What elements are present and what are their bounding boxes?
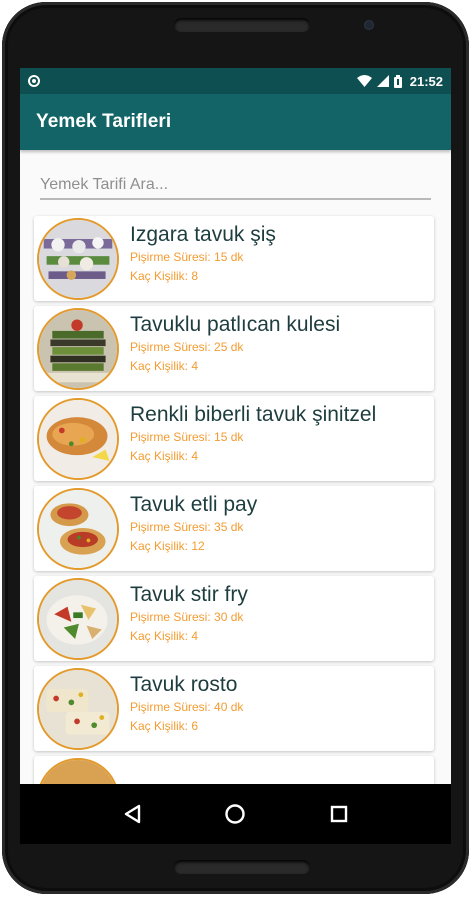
recipe-title: Tavuk rosto (130, 673, 238, 696)
recipe-card[interactable]: Tavuk etli pay Pişirme Süresi: 35 dk Kaç… (34, 486, 434, 571)
battery-icon (393, 74, 402, 88)
recipe-card[interactable]: Izgara tavuk şiş Pişirme Süresi: 15 dk K… (34, 216, 434, 301)
chicken-schnitzel-photo (37, 398, 119, 480)
recipe-cook-time: Pişirme Süresi: 15 dk (130, 430, 244, 444)
home-button[interactable] (215, 794, 255, 834)
recipe-info: Tavuk rosto Pişirme Süresi: 40 dk Kaç Ki… (130, 672, 428, 736)
front-camera (364, 20, 374, 30)
recipe-servings: Kaç Kişilik: 4 (130, 449, 199, 463)
screen: 21:52 Yemek Tarifleri Izgara tavuk (20, 68, 451, 844)
recipe-info: Tavuk etli pay Pişirme Süresi: 35 dk Kaç… (130, 492, 428, 556)
back-icon (124, 804, 141, 824)
recipe-cook-time: Pişirme Süresi: 40 dk (130, 700, 244, 714)
circle-notification-icon (28, 75, 40, 87)
recipe-list[interactable]: Izgara tavuk şiş Pişirme Süresi: 15 dk K… (34, 216, 434, 844)
status-icons: 21:52 (356, 73, 443, 89)
status-bar: 21:52 (20, 68, 451, 94)
bottom-speaker (174, 860, 310, 874)
recipe-title: Izgara tavuk şiş (130, 223, 276, 246)
recipe-title: Tavuklu patlıcan kulesi (130, 313, 341, 336)
home-icon (225, 804, 246, 824)
recipe-cook-time: Pişirme Süresi: 25 dk (130, 340, 244, 354)
recipe-servings: Kaç Kişilik: 4 (130, 359, 199, 373)
recipe-cook-time: Pişirme Süresi: 35 dk (130, 520, 244, 534)
app-bar: Yemek Tarifleri (20, 94, 451, 150)
recipe-servings: Kaç Kişilik: 8 (130, 269, 199, 283)
recipe-servings: Kaç Kişilik: 4 (130, 629, 199, 643)
recipe-card[interactable]: Tavuk stir fry Pişirme Süresi: 30 dk Kaç… (34, 576, 434, 661)
signal-icon (376, 75, 389, 87)
recipe-info: Tavuklu patlıcan kulesi Pişirme Süresi: … (130, 312, 428, 376)
recipe-card[interactable]: Tavuklu patlıcan kulesi Pişirme Süresi: … (34, 306, 434, 391)
recipe-title: Tavuk stir fry (130, 583, 248, 606)
navigation-bar (20, 784, 451, 844)
recipe-info: Izgara tavuk şiş Pişirme Süresi: 15 dk K… (130, 222, 428, 286)
chicken-pie-photo (37, 488, 119, 570)
recipe-title: Renkli biberli tavuk şinitzel (130, 403, 377, 426)
recents-icon (330, 805, 348, 823)
search-container (20, 150, 451, 200)
recipe-servings: Kaç Kişilik: 6 (130, 719, 199, 733)
earpiece-speaker (174, 18, 310, 32)
recipe-cook-time: Pişirme Süresi: 15 dk (130, 250, 244, 264)
wifi-icon (356, 75, 372, 87)
status-time: 21:52 (409, 73, 443, 89)
recipe-title: Tavuk etli pay (130, 493, 258, 516)
app-title: Yemek Tarifleri (36, 111, 172, 132)
recipe-servings: Kaç Kişilik: 12 (130, 539, 205, 553)
search-input[interactable] (40, 176, 431, 200)
recipe-info: Renkli biberli tavuk şinitzel Pişirme Sü… (130, 402, 428, 466)
recipe-card[interactable]: Tavuk rosto Pişirme Süresi: 40 dk Kaç Ki… (34, 666, 434, 751)
recents-button[interactable] (319, 794, 359, 834)
recipe-info: Tavuk stir fry Pişirme Süresi: 30 dk Kaç… (130, 582, 428, 646)
back-button[interactable] (112, 794, 152, 834)
roast-chicken-photo (37, 668, 119, 750)
recipe-card[interactable]: Renkli biberli tavuk şinitzel Pişirme Sü… (34, 396, 434, 481)
eggplant-tower-photo (37, 308, 119, 390)
grilled-chicken-skewers-photo (37, 218, 119, 300)
recipe-cook-time: Pişirme Süresi: 30 dk (130, 610, 244, 624)
chicken-stir-fry-photo (37, 578, 119, 660)
